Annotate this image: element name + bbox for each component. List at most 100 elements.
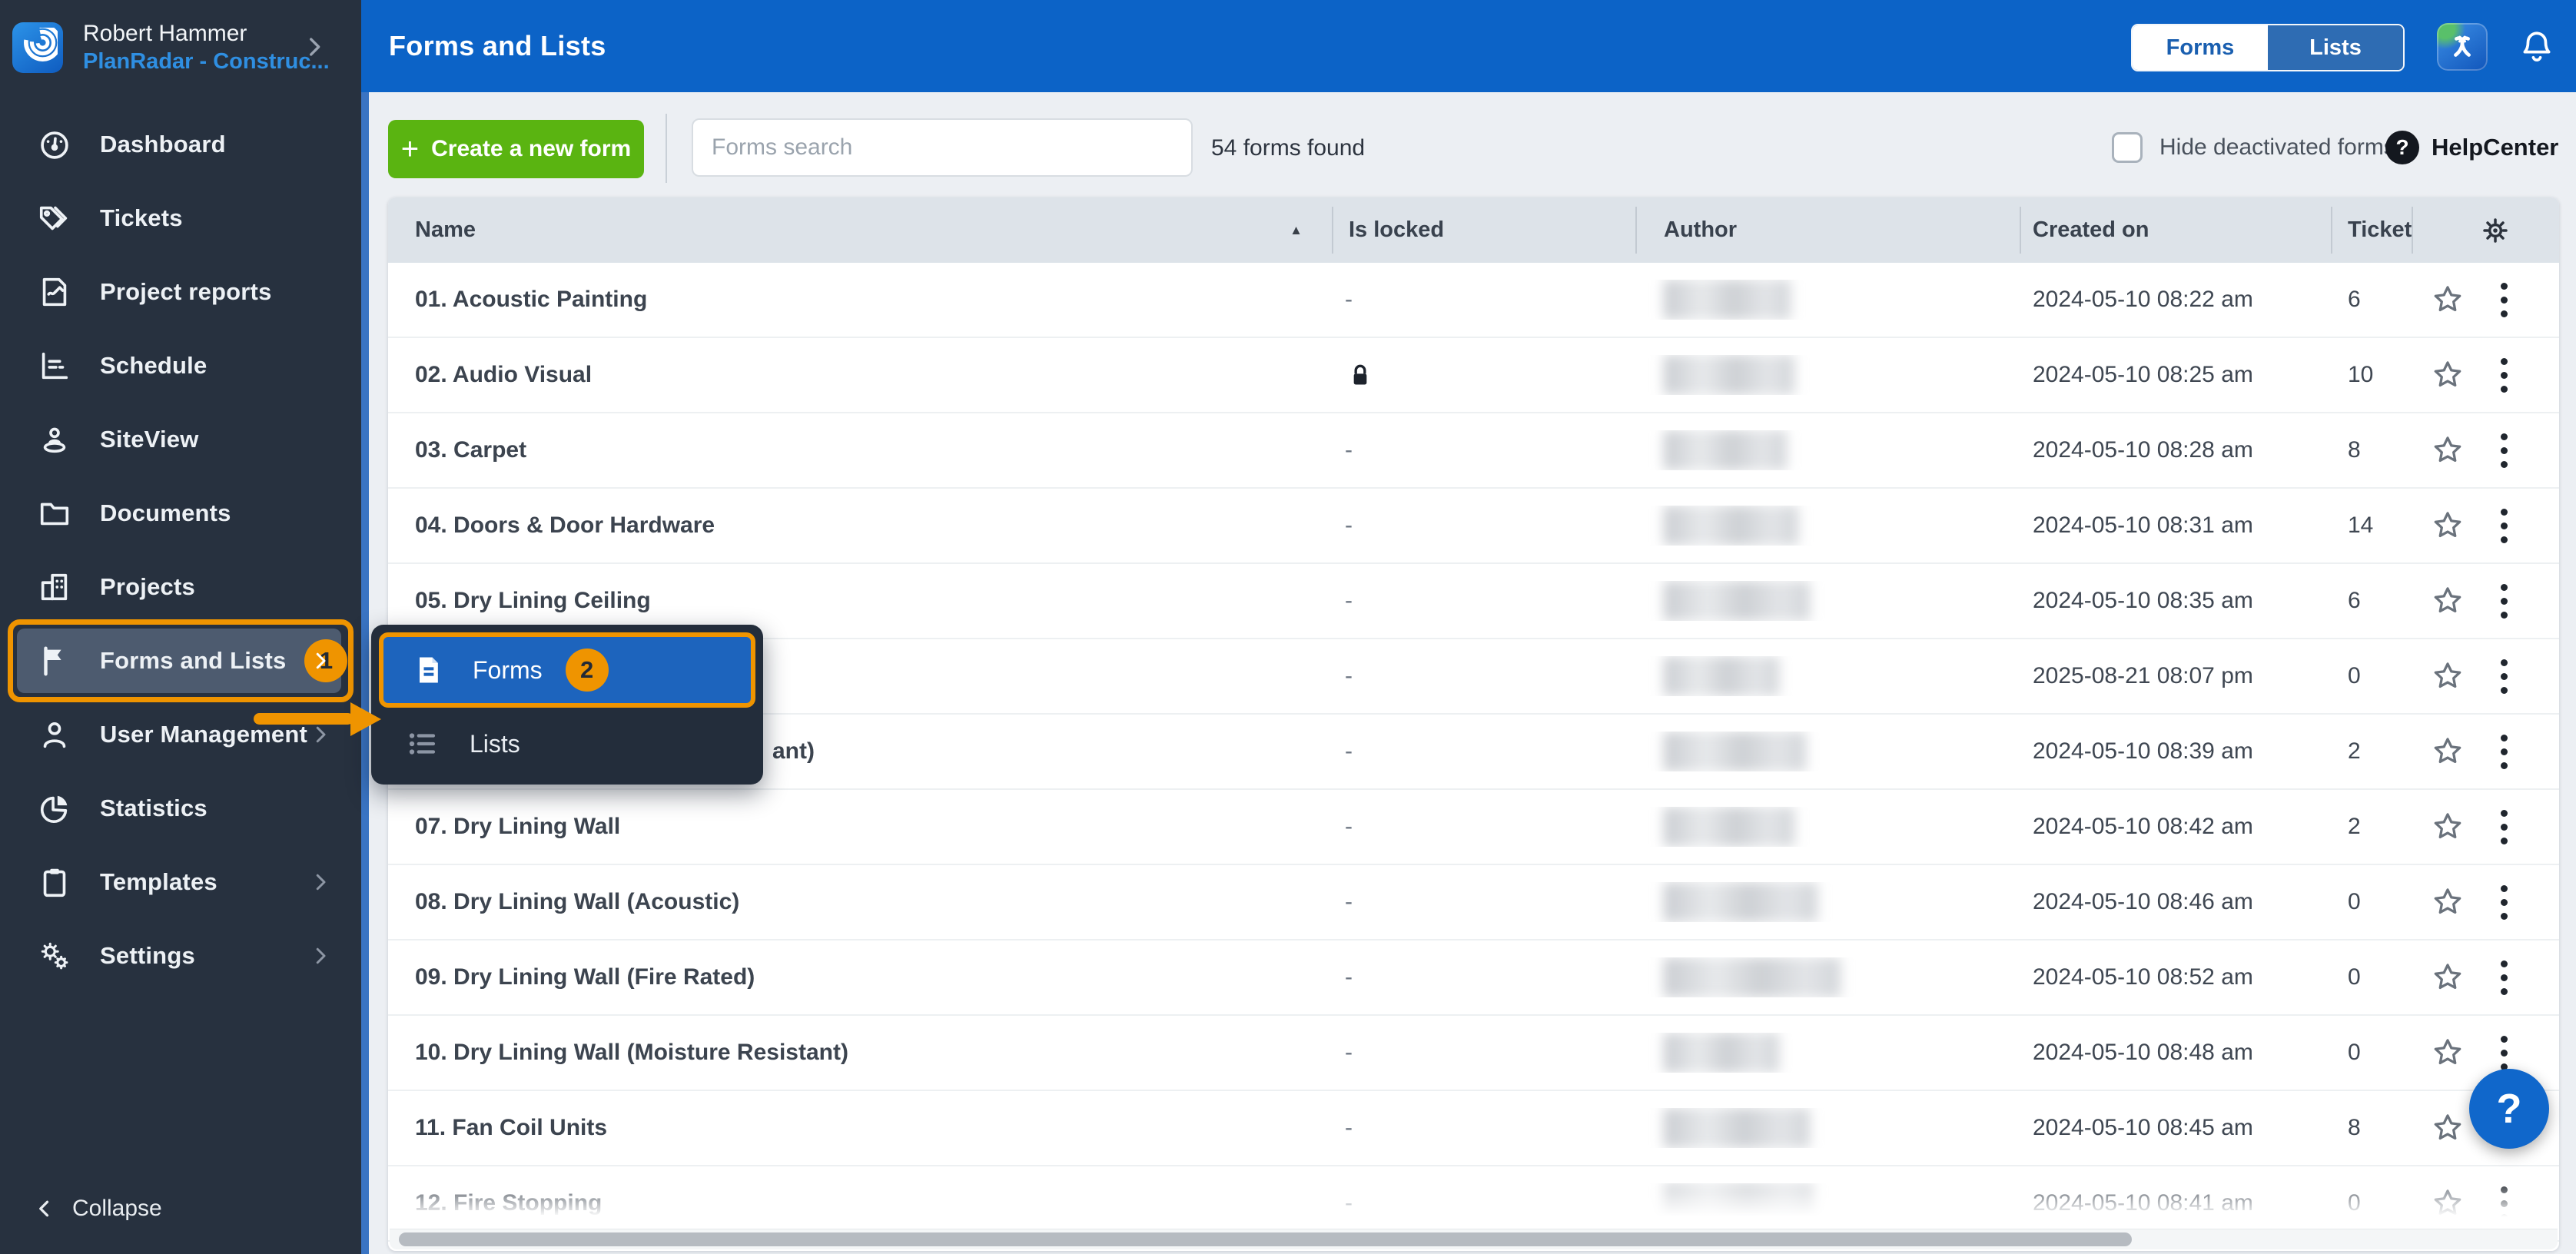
kebab-menu-icon[interactable] bbox=[2501, 655, 2508, 697]
form-name[interactable]: 09. Dry Lining Wall (Fire Rated) bbox=[388, 964, 1333, 990]
table-row[interactable]: 01. Acoustic Painting - 2024-05-10 08:22 a… bbox=[388, 263, 2559, 338]
form-name[interactable]: 07. Dry Lining Wall bbox=[388, 814, 1333, 840]
sidebar-item-statistics[interactable]: Statistics bbox=[0, 771, 361, 845]
redacted-author bbox=[1664, 882, 1817, 922]
form-name[interactable]: 01. Acoustic Painting bbox=[388, 287, 1333, 313]
lock-status: - bbox=[1345, 437, 1353, 463]
create-new-form-button[interactable]: + Create a new form bbox=[388, 120, 644, 178]
form-name[interactable]: 12. Fire Stopping bbox=[388, 1190, 1333, 1216]
sidebar-item-siteview[interactable]: SiteView bbox=[0, 403, 361, 476]
column-settings-gear-icon[interactable] bbox=[2413, 197, 2559, 263]
notifications-bell-icon[interactable] bbox=[2518, 28, 2556, 66]
horizontal-scrollbar[interactable] bbox=[390, 1229, 2558, 1249]
popup-item-lists[interactable]: Lists bbox=[387, 715, 748, 772]
favorite-star-icon[interactable] bbox=[2430, 734, 2465, 769]
sort-asc-icon[interactable]: ▲ bbox=[1290, 223, 1303, 238]
row-actions bbox=[2413, 279, 2559, 320]
column-header-created-on[interactable]: Created on bbox=[2021, 197, 2332, 263]
form-name[interactable]: 04. Doors & Door Hardware bbox=[388, 513, 1333, 539]
table-row[interactable]: 11. Fan Coil Units - 2024-05-10 08:45 am 8 bbox=[388, 1091, 2559, 1166]
redacted-author bbox=[1664, 506, 1798, 546]
connect-app-icon[interactable] bbox=[2437, 23, 2488, 71]
table-row[interactable]: 02. Audio Visual 2024-05-10 08:25 am 10 bbox=[388, 338, 2559, 413]
schedule-icon bbox=[37, 348, 72, 383]
kebab-menu-icon[interactable] bbox=[2501, 279, 2508, 320]
table-row[interactable]: 08. Dry Lining Wall (Acoustic) - 2024-05-1… bbox=[388, 865, 2559, 940]
table-row[interactable]: 03. Carpet - 2024-05-10 08:28 am 8 bbox=[388, 413, 2559, 489]
tags-icon bbox=[37, 201, 72, 236]
favorite-star-icon[interactable] bbox=[2430, 583, 2465, 619]
sidebar: Robert Hammer PlanRadar - Construc... Da… bbox=[0, 0, 361, 1254]
form-name[interactable]: 11. Fan Coil Units bbox=[388, 1115, 1333, 1141]
forms-search bbox=[692, 118, 1193, 177]
account-switcher[interactable]: Robert Hammer PlanRadar - Construc... bbox=[12, 17, 350, 78]
favorite-star-icon[interactable] bbox=[2430, 809, 2465, 844]
lock-status: - bbox=[1345, 513, 1353, 538]
kebab-menu-icon[interactable] bbox=[2501, 881, 2508, 923]
helpcenter-link[interactable]: ? HelpCenter bbox=[2385, 131, 2558, 164]
kebab-menu-icon[interactable] bbox=[2501, 806, 2508, 848]
sidebar-item-forms-and-lists[interactable]: Forms and Lists 1 bbox=[0, 624, 361, 698]
created-date: 2024-05-10 08:48 am bbox=[2033, 1040, 2253, 1065]
ticket-count: 0 bbox=[2348, 1040, 2361, 1065]
column-header-ticket[interactable]: Ticket bbox=[2332, 197, 2413, 263]
kebab-menu-icon[interactable] bbox=[2501, 580, 2508, 622]
sidebar-item-dashboard[interactable]: Dashboard bbox=[0, 108, 361, 181]
toggle-lists[interactable]: Lists bbox=[2268, 25, 2403, 70]
table-row[interactable]: 04. Doors & Door Hardware - 2024-05-10 08:… bbox=[388, 489, 2559, 564]
forms-lists-popup: Forms 2 Lists bbox=[371, 625, 763, 785]
sidebar-item-tickets[interactable]: Tickets bbox=[0, 181, 361, 255]
sidebar-item-schedule[interactable]: Schedule bbox=[0, 329, 361, 403]
collapse-button[interactable]: Collapse bbox=[34, 1196, 162, 1222]
favorite-star-icon[interactable] bbox=[2430, 884, 2465, 920]
favorite-star-icon[interactable] bbox=[2430, 357, 2465, 393]
hide-deactivated-checkbox[interactable] bbox=[2112, 132, 2143, 163]
table-row[interactable]: 09. Dry Lining Wall (Fire Rated) - 2024-05… bbox=[388, 940, 2559, 1016]
toggle-forms[interactable]: Forms bbox=[2133, 25, 2268, 70]
form-name[interactable]: 03. Carpet bbox=[388, 437, 1333, 463]
form-name[interactable]: 02. Audio Visual bbox=[388, 362, 1333, 388]
favorite-star-icon[interactable] bbox=[2430, 282, 2465, 317]
table-row[interactable]: 07. Dry Lining Wall - 2024-05-10 08:42 am 2 bbox=[388, 790, 2559, 865]
help-fab-button[interactable]: ? bbox=[2469, 1069, 2549, 1149]
sidebar-item-documents[interactable]: Documents bbox=[0, 476, 361, 550]
kebab-menu-icon[interactable] bbox=[2501, 731, 2508, 772]
column-header-is-locked[interactable]: Is locked bbox=[1333, 197, 1637, 263]
favorite-star-icon[interactable] bbox=[2430, 433, 2465, 468]
sidebar-item-label: Tickets bbox=[100, 204, 183, 231]
favorite-star-icon[interactable] bbox=[2430, 1035, 2465, 1070]
forms-search-input[interactable] bbox=[692, 118, 1193, 177]
sidebar-item-label: Documents bbox=[100, 499, 231, 526]
favorite-star-icon[interactable] bbox=[2430, 659, 2465, 694]
sidebar-item-templates[interactable]: Templates bbox=[0, 845, 361, 919]
favorite-star-icon[interactable] bbox=[2430, 508, 2465, 543]
column-header-author[interactable]: Author bbox=[1637, 197, 2021, 263]
horizontal-scrollbar-thumb[interactable] bbox=[399, 1232, 2132, 1246]
favorite-star-icon[interactable] bbox=[2430, 1186, 2465, 1221]
sidebar-item-projects[interactable]: Projects bbox=[0, 550, 361, 624]
kebab-menu-icon[interactable] bbox=[2501, 1183, 2508, 1224]
ticket-count: 6 bbox=[2348, 588, 2361, 613]
popup-item-forms[interactable]: Forms 2 bbox=[379, 632, 755, 708]
sidebar-item-user-management[interactable]: User Management bbox=[0, 698, 361, 771]
kebab-menu-icon[interactable] bbox=[2501, 505, 2508, 546]
kebab-menu-icon[interactable] bbox=[2501, 957, 2508, 998]
created-date: 2024-05-10 08:41 am bbox=[2033, 1190, 2253, 1216]
sidebar-item-label: SiteView bbox=[100, 426, 199, 453]
form-name[interactable]: 08. Dry Lining Wall (Acoustic) bbox=[388, 889, 1333, 915]
form-name[interactable]: 05. Dry Lining Ceiling bbox=[388, 588, 1333, 614]
table-row[interactable]: 10. Dry Lining Wall (Moisture Resistant)… bbox=[388, 1016, 2559, 1091]
user-meta: Robert Hammer PlanRadar - Construc... bbox=[83, 20, 330, 75]
favorite-star-icon[interactable] bbox=[2430, 960, 2465, 995]
kebab-menu-icon[interactable] bbox=[2501, 430, 2508, 471]
sidebar-item-project-reports[interactable]: Project reports bbox=[0, 255, 361, 329]
kebab-menu-icon[interactable] bbox=[2501, 1032, 2508, 1073]
kebab-menu-icon[interactable] bbox=[2501, 354, 2508, 396]
column-header-name[interactable]: Name ▲ bbox=[388, 197, 1333, 263]
author-cell bbox=[1637, 656, 2021, 696]
sidebar-item-settings[interactable]: Settings bbox=[0, 919, 361, 993]
page-title: Forms and Lists bbox=[389, 30, 606, 61]
form-name[interactable]: 10. Dry Lining Wall (Moisture Resistant) bbox=[388, 1040, 1333, 1066]
favorite-star-icon[interactable] bbox=[2430, 1110, 2465, 1146]
collapse-label: Collapse bbox=[72, 1196, 162, 1221]
